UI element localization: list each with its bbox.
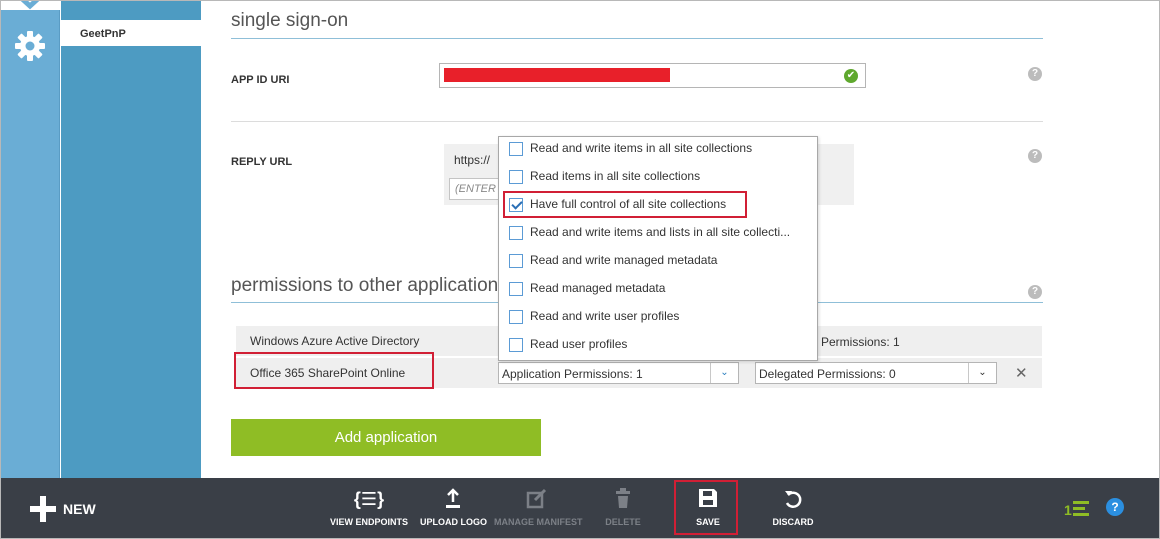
sub-navigation: GeetPnP	[61, 0, 201, 478]
option-label: Read items in all site collections	[530, 169, 701, 183]
logo-icon	[1073, 501, 1089, 517]
app-id-uri-input[interactable]: ✔	[439, 63, 866, 88]
option-label: Read and write items in all site collect…	[530, 141, 753, 155]
gear-icon[interactable]	[14, 30, 46, 62]
undo-icon	[770, 488, 816, 512]
checkbox[interactable]	[509, 338, 523, 352]
left-rail	[0, 0, 60, 478]
manage-manifest-button[interactable]: MANAGE MANIFEST	[494, 488, 583, 532]
application-permissions-select[interactable]: Application Permissions: 1 ⌄	[498, 362, 739, 384]
new-label: NEW	[63, 501, 96, 517]
command-bar: NEW {☰} VIEW ENDPOINTS UPLOAD LOGO MANAG…	[0, 478, 1160, 539]
help-icon[interactable]: ?	[1028, 285, 1042, 299]
app-name: Windows Azure Active Directory	[250, 334, 420, 348]
delegated-permissions-select[interactable]: Delegated Permissions: 0 ⌄	[755, 362, 997, 384]
check-icon: ✔	[844, 69, 858, 83]
option-label: Read and write user profiles	[530, 309, 680, 323]
permission-option[interactable]: Read and write items in all site collect…	[509, 139, 809, 159]
checkbox[interactable]	[509, 282, 523, 296]
section-rule	[231, 38, 1043, 39]
upload-icon	[420, 488, 486, 512]
delegated-permissions-count: Permissions: 1	[821, 335, 900, 349]
section-title-permissions: permissions to other applications	[231, 275, 508, 296]
option-label: Read and write items and lists in all si…	[530, 225, 791, 239]
redacted-value	[444, 68, 670, 82]
help-icon[interactable]: ?	[1106, 498, 1124, 516]
chevron-down-icon[interactable]	[17, 0, 43, 10]
remove-application-icon[interactable]: ✕	[1015, 364, 1028, 382]
option-label: Read managed metadata	[530, 281, 666, 295]
manage-manifest-label: MANAGE MANIFEST	[494, 517, 583, 527]
highlight-save	[674, 480, 738, 535]
subnav-item-geetpnp[interactable]: GeetPnP	[61, 20, 201, 46]
permission-option[interactable]: Read user profiles	[509, 335, 809, 355]
add-application-button[interactable]: Add application	[231, 419, 541, 456]
option-label: Read and write managed metadata	[530, 253, 718, 267]
checkbox[interactable]	[509, 226, 523, 240]
delete-label: DELETE	[605, 517, 641, 527]
view-endpoints-button[interactable]: {☰} VIEW ENDPOINTS	[330, 488, 408, 532]
reply-url-value[interactable]: https://	[454, 153, 490, 167]
application-permissions-dropdown: Read and write items in all site collect…	[498, 136, 818, 361]
endpoints-icon: {☰}	[353, 489, 385, 509]
permission-option[interactable]: Read items in all site collections	[509, 167, 809, 187]
permission-option[interactable]: Read and write items and lists in all si…	[509, 223, 809, 243]
permission-option[interactable]: Read and write managed metadata	[509, 251, 809, 271]
highlight-sharepoint-online	[234, 352, 434, 389]
option-label: Read user profiles	[530, 337, 628, 351]
checkbox[interactable]	[509, 142, 523, 156]
delete-button[interactable]: DELETE	[604, 488, 642, 532]
upload-logo-button[interactable]: UPLOAD LOGO	[420, 488, 487, 532]
checkbox[interactable]	[509, 254, 523, 268]
logo-number: 1	[1064, 502, 1072, 518]
section-title-sso: single sign-on	[231, 10, 349, 31]
permission-option[interactable]: Read and write user profiles	[509, 307, 809, 327]
plus-icon	[30, 496, 56, 522]
edit-icon	[494, 488, 580, 512]
reply-url-label: REPLY URL	[231, 156, 293, 168]
application-permissions-value: Application Permissions: 1	[502, 367, 643, 381]
upload-logo-label: UPLOAD LOGO	[420, 517, 487, 527]
view-endpoints-label: VIEW ENDPOINTS	[330, 517, 409, 527]
app-id-uri-label: APP ID URI	[231, 74, 290, 86]
delegated-permissions-value: Delegated Permissions: 0	[759, 367, 896, 381]
discard-label: DISCARD	[772, 517, 814, 527]
help-icon[interactable]: ?	[1028, 149, 1042, 163]
chevron-down-icon[interactable]: ⌄	[968, 363, 996, 383]
checkbox[interactable]	[509, 310, 523, 324]
chevron-down-icon[interactable]: ⌄	[710, 363, 738, 383]
highlight-full-control	[503, 191, 747, 218]
subnav-strip	[61, 0, 201, 20]
divider	[231, 121, 1043, 122]
rail-top	[0, 0, 60, 10]
discard-button[interactable]: DISCARD	[770, 488, 816, 532]
checkbox[interactable]	[509, 170, 523, 184]
trash-icon	[604, 488, 642, 512]
help-icon[interactable]: ?	[1028, 67, 1042, 81]
permission-option[interactable]: Read managed metadata	[509, 279, 809, 299]
